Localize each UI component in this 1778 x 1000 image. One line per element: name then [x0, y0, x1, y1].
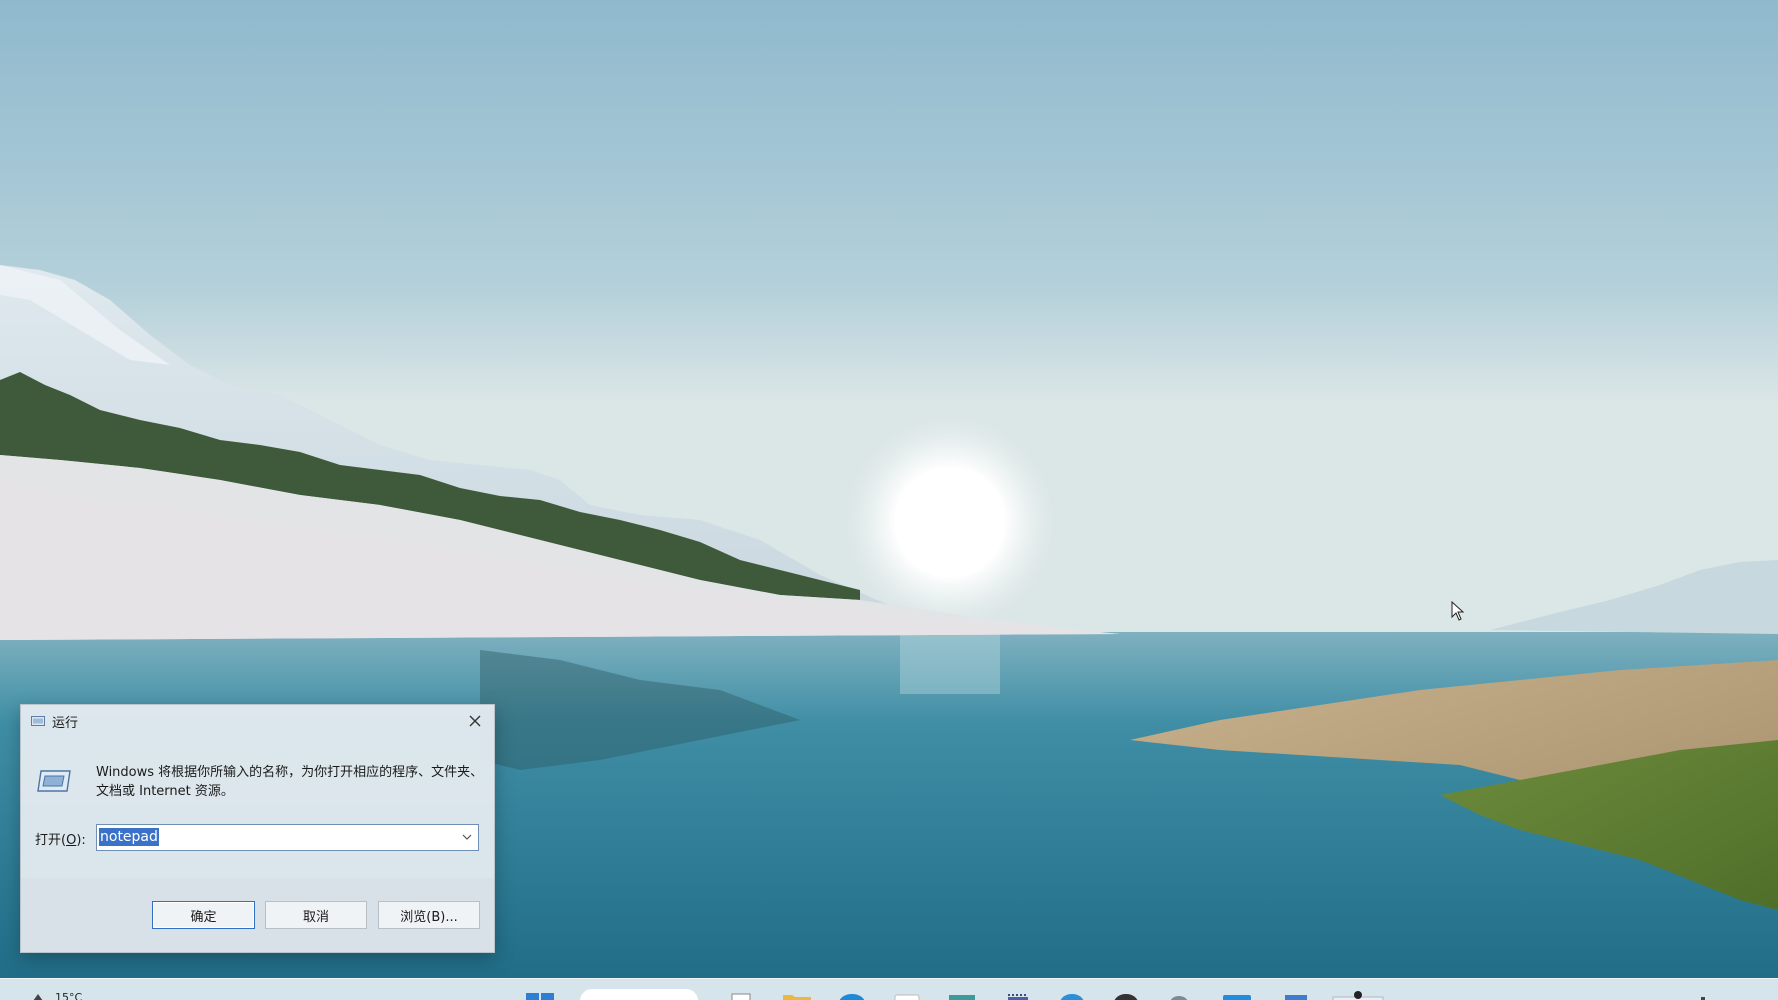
app-icon[interactable]: [1112, 991, 1140, 1000]
chrome-icon[interactable]: [1058, 991, 1086, 1000]
run-dialog-title: 运行: [52, 716, 79, 731]
chevron-down-icon[interactable]: [460, 830, 474, 844]
close-icon: [469, 715, 481, 727]
desktop: 运行 Windows 将根据你所输入的名称，为你打开相应的程序、文件夹、文档或 …: [0, 0, 1778, 1000]
start-icon[interactable]: [526, 991, 556, 1000]
open-label: 打开(O):: [35, 829, 86, 848]
open-combobox[interactable]: notepad: [96, 824, 479, 851]
mail-icon[interactable]: [1222, 991, 1252, 1000]
weather-temperature[interactable]: 15°C: [55, 991, 82, 1000]
mouse-cursor-icon: [1451, 601, 1465, 621]
open-input[interactable]: notepad: [99, 828, 159, 846]
settings-icon[interactable]: [1168, 991, 1190, 1000]
paint-icon[interactable]: [1330, 991, 1386, 1000]
photos-icon[interactable]: [1284, 991, 1308, 1000]
calendar-icon[interactable]: [1006, 991, 1030, 1000]
open-label-accelerator: O: [66, 833, 77, 848]
store-icon[interactable]: [894, 991, 920, 1000]
terminal-icon[interactable]: [948, 991, 976, 1000]
run-program-icon: [37, 770, 71, 792]
edge-icon[interactable]: [838, 991, 866, 1000]
file-explorer-icon[interactable]: [782, 991, 812, 1000]
task-view-icon[interactable]: [730, 991, 752, 1000]
cancel-button[interactable]: 取消: [265, 901, 367, 929]
run-dialog-titlebar[interactable]: 运行: [21, 705, 494, 737]
weather-icon[interactable]: [32, 993, 44, 1000]
open-label-prefix: 打开(: [35, 833, 67, 848]
open-label-suffix: ):: [76, 833, 86, 848]
taskbar: 15°C: [0, 978, 1778, 1000]
run-app-icon: [31, 716, 45, 726]
run-dialog: 运行 Windows 将根据你所输入的名称，为你打开相应的程序、文件夹、文档或 …: [20, 704, 495, 953]
run-description: Windows 将根据你所输入的名称，为你打开相应的程序、文件夹、文档或 Int…: [96, 765, 484, 799]
search-box[interactable]: [580, 989, 698, 1000]
browse-button[interactable]: 浏览(B)...: [378, 901, 480, 929]
ok-button[interactable]: 确定: [152, 901, 255, 929]
system-tray-icon[interactable]: [1700, 991, 1706, 1000]
close-button[interactable]: [460, 707, 490, 735]
